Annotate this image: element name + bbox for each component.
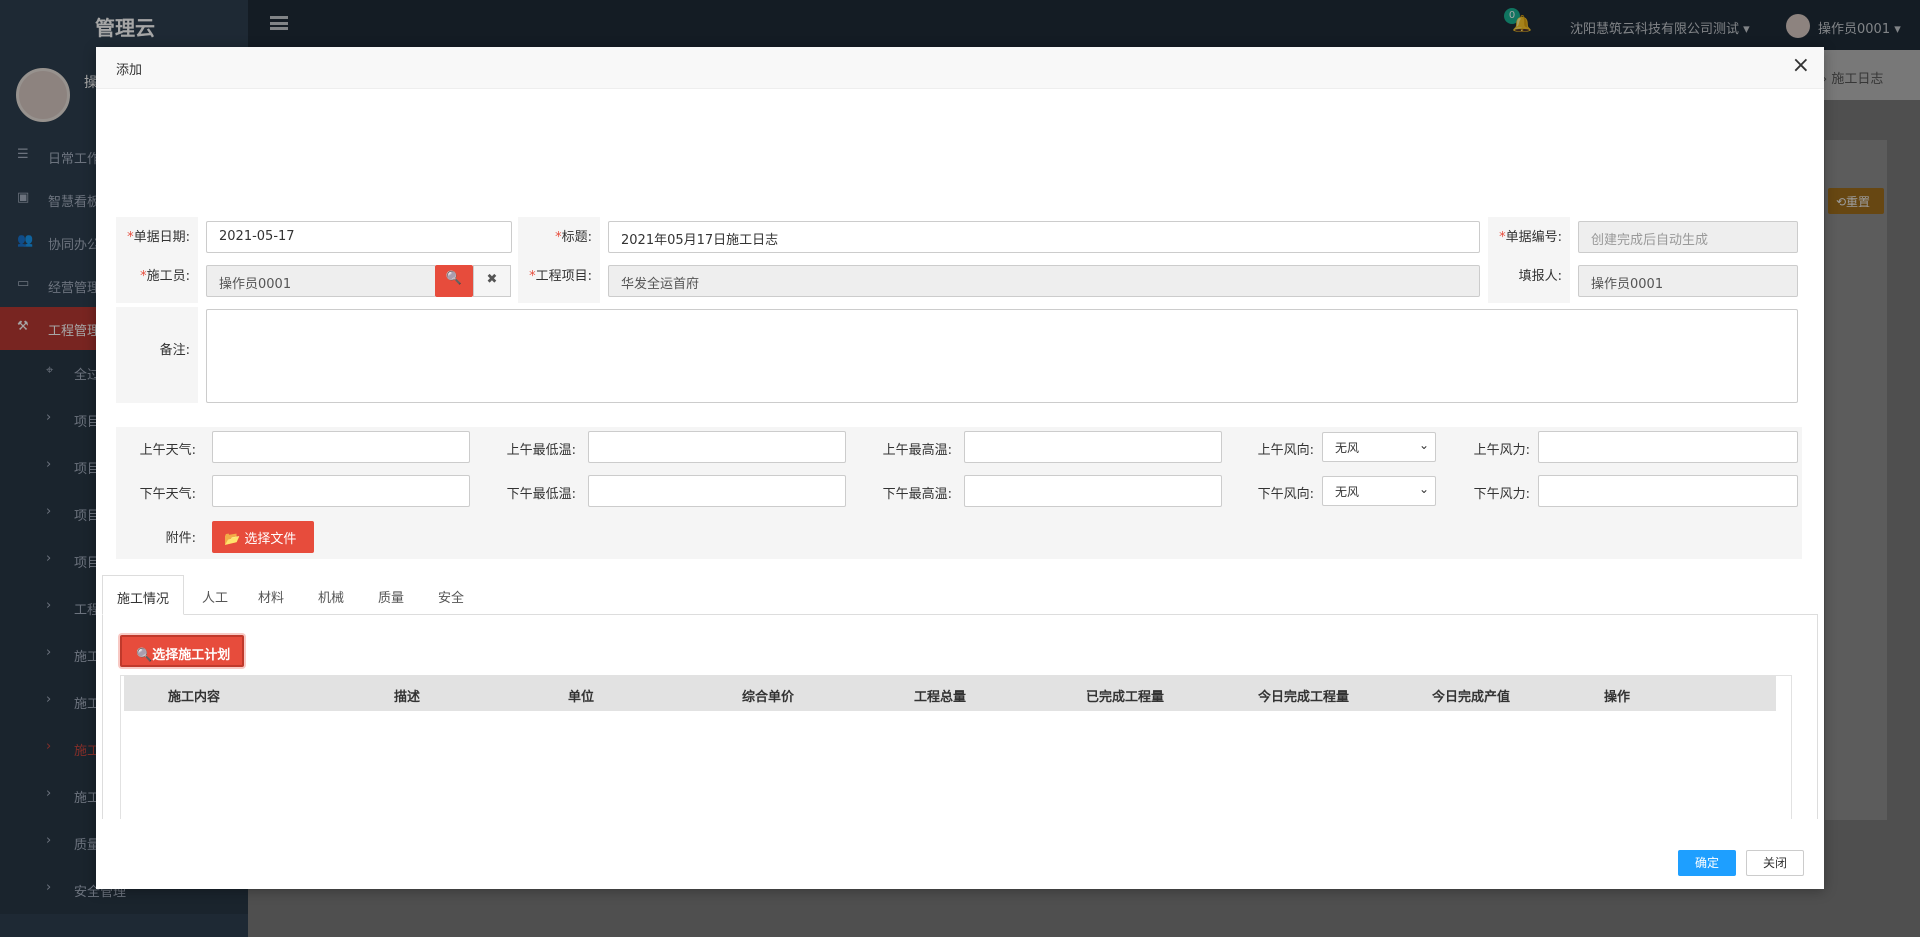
confirm-button[interactable]: 确定: [1678, 850, 1736, 876]
search-icon: 🔍: [136, 648, 153, 663]
select-file-button[interactable]: 📂 选择文件: [212, 521, 314, 553]
am-low-temp-field[interactable]: [588, 431, 846, 463]
column-header: 已完成工程量: [1086, 690, 1165, 705]
attachment-label: 附件:: [165, 531, 196, 546]
tab-bar: 施工情况 人工 材料 机械 质量 安全: [102, 575, 1818, 615]
am-wind-force-label: 上午风力:: [1473, 443, 1530, 458]
tab-construction[interactable]: 施工情况: [102, 575, 185, 615]
remark-textarea[interactable]: [206, 309, 1798, 403]
modal-footer: 确定 关闭: [96, 835, 1824, 889]
pm-high-temp-field[interactable]: [964, 475, 1222, 507]
column-header: 工程总量: [914, 690, 967, 705]
chevron-down-icon: ⌄: [1418, 482, 1429, 496]
remark-label: 备注:: [116, 307, 198, 403]
am-wind-dir-label: 上午风向:: [1257, 443, 1314, 458]
tab-safety[interactable]: 安全: [424, 575, 478, 615]
modal-title: 添加: [116, 63, 143, 78]
date-label: *单据日期:: [116, 217, 198, 303]
chevron-down-icon: ⌄: [1418, 438, 1429, 452]
project-field[interactable]: 华发全运首府: [608, 265, 1480, 297]
search-icon: 🔍: [445, 271, 463, 286]
worker-field[interactable]: 操作员0001: [206, 265, 436, 297]
pm-weather-field[interactable]: [212, 475, 470, 507]
title-label: *标题:: [518, 217, 600, 303]
title-field[interactable]: 2021年05月17日施工日志: [608, 221, 1480, 253]
am-wind-dir-select[interactable]: 无风 ⌄: [1322, 432, 1436, 462]
column-header: 今日完成产值: [1432, 690, 1511, 705]
clear-icon: ✖: [486, 272, 498, 287]
am-low-temp-label: 上午最低温:: [506, 443, 576, 458]
column-header: 今日完成工程量: [1258, 690, 1350, 705]
pm-low-temp-label: 下午最低温:: [506, 487, 576, 502]
column-header: 施工内容: [168, 690, 221, 705]
pm-low-temp-field[interactable]: [588, 475, 846, 507]
am-weather-field[interactable]: [212, 431, 470, 463]
modal-header: 添加 ×: [96, 47, 1824, 89]
tab-materials[interactable]: 材料: [244, 575, 298, 615]
folder-open-icon: 📂: [224, 532, 245, 547]
project-label: *工程项目:: [529, 269, 592, 284]
date-field[interactable]: 2021-05-17: [206, 221, 512, 253]
pm-wind-dir-label: 下午风向:: [1257, 487, 1314, 502]
am-wind-force-field[interactable]: [1538, 431, 1798, 463]
pm-weather-label: 下午天气:: [139, 487, 196, 502]
select-construction-plan-button[interactable]: 🔍选择施工计划: [120, 635, 244, 667]
search-worker-button[interactable]: 🔍: [435, 265, 473, 297]
column-header: 综合单价: [742, 690, 795, 705]
plan-table-header: 施工内容 描述 单位 综合单价 工程总量 已完成工程量 今日完成工程量 今日完成…: [124, 675, 1776, 711]
clear-worker-button[interactable]: ✖: [473, 265, 511, 297]
reporter-field[interactable]: 操作员0001: [1578, 265, 1798, 297]
am-weather-label: 上午天气:: [139, 443, 196, 458]
code-field[interactable]: 创建完成后自动生成: [1578, 221, 1798, 253]
pm-wind-force-field[interactable]: [1538, 475, 1798, 507]
tab-quality[interactable]: 质量: [364, 575, 418, 615]
close-button[interactable]: 关闭: [1746, 850, 1804, 876]
tab-machinery[interactable]: 机械: [304, 575, 358, 615]
code-label: *单据编号:: [1488, 217, 1570, 303]
am-high-temp-field[interactable]: [964, 431, 1222, 463]
column-header: 描述: [394, 690, 421, 705]
am-high-temp-label: 上午最高温:: [882, 443, 952, 458]
column-header: 操作: [1604, 690, 1631, 705]
close-icon[interactable]: ×: [1792, 55, 1810, 77]
modal-body: *单据日期: 2021-05-17 *标题: 2021年05月17日施工日志 *…: [96, 89, 1824, 819]
add-modal: 添加 × *单据日期: 2021-05-17 *标题: 2021年05月17日施…: [96, 47, 1824, 889]
column-header: 单位: [568, 690, 595, 705]
tab-labor[interactable]: 人工: [188, 575, 242, 615]
worker-label: *施工员:: [140, 269, 190, 284]
reporter-label: 填报人:: [1518, 269, 1562, 284]
pm-wind-dir-select[interactable]: 无风 ⌄: [1322, 476, 1436, 506]
pm-high-temp-label: 下午最高温:: [882, 487, 952, 502]
pm-wind-force-label: 下午风力:: [1473, 487, 1530, 502]
